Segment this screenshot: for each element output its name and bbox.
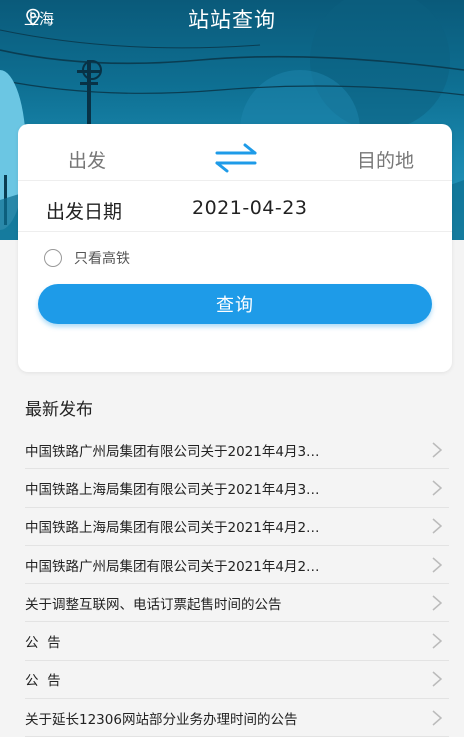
divider bbox=[18, 231, 452, 232]
chevron-right-icon bbox=[432, 442, 443, 458]
chevron-right-icon bbox=[432, 480, 443, 496]
query-button[interactable]: 查询 bbox=[38, 284, 432, 324]
chevron-right-icon bbox=[432, 671, 443, 687]
news-item[interactable]: 公 告 bbox=[25, 622, 449, 661]
news-list: 中国铁路广州局集团有限公司关于2021年4月3… 中国铁路上海局集团有限公司关于… bbox=[25, 431, 449, 737]
high-speed-only-toggle[interactable]: 只看高铁 bbox=[44, 248, 130, 268]
chevron-right-icon bbox=[432, 556, 443, 573]
news-item-title: 中国铁路广州局集团有限公司关于2021年4月2… bbox=[25, 558, 320, 575]
chevron-right-icon bbox=[432, 595, 443, 611]
news-item[interactable]: 中国铁路广州局集团有限公司关于2021年4月3… bbox=[25, 431, 449, 470]
date-row[interactable]: 出发日期 2021-04-23 bbox=[18, 181, 452, 231]
chevron-right-icon bbox=[432, 518, 443, 534]
chevron-right-icon bbox=[432, 633, 443, 649]
news-item-title: 中国铁路上海局集团有限公司关于2021年4月3… bbox=[25, 481, 320, 498]
date-value[interactable]: 2021-04-23 bbox=[192, 197, 307, 219]
news-item[interactable]: 关于延长12306网站部分业务办理时间的公告 bbox=[25, 699, 449, 737]
swap-icon[interactable] bbox=[215, 142, 257, 174]
news-item[interactable]: 公 告 bbox=[25, 661, 449, 700]
news-item-title: 关于延长12306网站部分业务办理时间的公告 bbox=[25, 711, 298, 728]
page-title: 站站查询 bbox=[188, 8, 276, 32]
origin-destination-row: 出发 目的地 bbox=[18, 124, 452, 180]
news-item-title: 公 告 bbox=[25, 673, 61, 690]
news-item-title: 公 告 bbox=[25, 635, 61, 652]
news-item-title: 中国铁路上海局集团有限公司关于2021年4月2… bbox=[25, 520, 320, 537]
destination-field[interactable]: 目的地 bbox=[357, 146, 414, 173]
news-item-title: 中国铁路广州局集团有限公司关于2021年4月3… bbox=[25, 443, 320, 460]
news-item[interactable]: 中国铁路上海局集团有限公司关于2021年4月2… bbox=[25, 508, 449, 546]
chevron-right-icon bbox=[432, 710, 443, 726]
origin-field[interactable]: 出发 bbox=[68, 146, 106, 173]
news-item[interactable]: 中国铁路上海局集团有限公司关于2021年4月3… bbox=[25, 469, 449, 508]
news-item-title: 关于调整互联网、电话订票起售时间的公告 bbox=[25, 596, 282, 613]
high-speed-only-label: 只看高铁 bbox=[74, 251, 130, 267]
news-section-title: 最新发布 bbox=[25, 400, 93, 420]
search-card: 出发 目的地 出发日期 2021-04-23 只看高铁 查询 bbox=[18, 124, 452, 372]
news-item[interactable]: 中国铁路广州局集团有限公司关于2021年4月2… bbox=[25, 546, 449, 585]
date-label: 出发日期 bbox=[46, 201, 123, 223]
news-item[interactable]: 关于调整互联网、电话订票起售时间的公告 bbox=[25, 584, 449, 623]
high-speed-only-radio[interactable] bbox=[44, 249, 62, 267]
